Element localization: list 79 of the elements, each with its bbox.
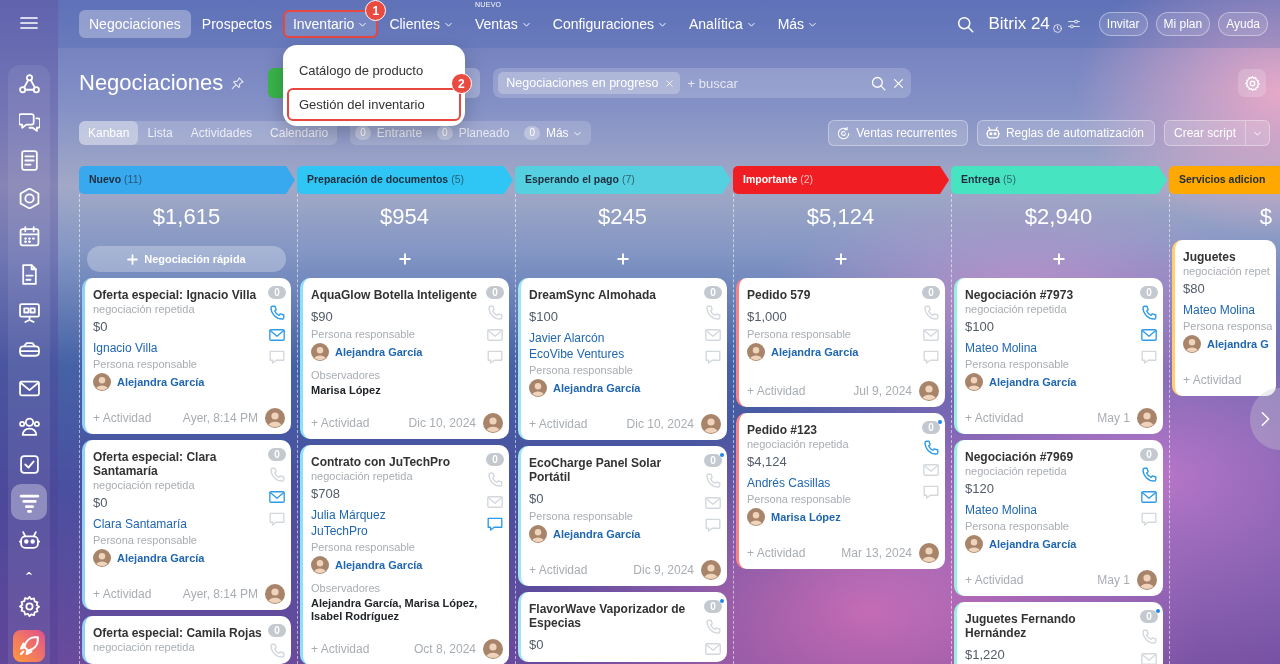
- column-title: Importante: [743, 172, 798, 188]
- column-title: Entrega: [961, 172, 1001, 188]
- deal-tag: negociación repetida: [93, 302, 266, 316]
- column-total: $2,940: [1023, 203, 1094, 231]
- deal-tag: negociación repetida: [965, 302, 1138, 316]
- deal-amount: $0: [529, 490, 545, 508]
- column-total: $954: [379, 203, 430, 231]
- comment-count: 0: [268, 448, 286, 461]
- comment-count: 0: [268, 624, 286, 637]
- field-label: Persona responsable: [747, 327, 852, 342]
- deal-date: May 1: [1097, 410, 1130, 427]
- comment-count: 0: [1140, 448, 1158, 461]
- column-count: (11): [124, 172, 142, 188]
- comment-count: 0: [486, 453, 504, 466]
- comment-count: 0: [486, 286, 504, 299]
- column-total: $5,124: [805, 203, 876, 231]
- deal-amount: $4,124: [747, 453, 788, 471]
- field-label: Persona responsable: [529, 363, 634, 378]
- field-label: Persona responsable: [311, 327, 416, 342]
- deal-date: Dic 10, 2024: [626, 416, 694, 433]
- column-title: Servicios adicion: [1179, 172, 1266, 188]
- field-label: Persona responsable: [93, 357, 198, 372]
- deal-amount: $1,000: [747, 308, 788, 326]
- column-total: $: [1258, 203, 1273, 231]
- comment-count: 0: [704, 286, 722, 299]
- field-label: Persona responsable: [93, 533, 198, 548]
- deal-tag: negociación repetida: [965, 464, 1138, 478]
- deal-amount: $120: [965, 480, 995, 498]
- deal-tag: negociación repetida: [311, 469, 484, 483]
- brand-name: Bitrix 24: [988, 13, 1050, 36]
- field-label: Persona responsable: [747, 492, 852, 507]
- column-total: $245: [597, 203, 648, 231]
- field-label: Persona responsable: [965, 357, 1070, 372]
- deal-date: Mar 13, 2024: [841, 545, 912, 562]
- deal-date: May 1: [1097, 572, 1130, 589]
- field-label: Persona responsable: [965, 519, 1070, 534]
- deal-amount: $0: [93, 318, 109, 336]
- deal-amount: $100: [529, 308, 559, 326]
- column-title: Esperando el pago: [525, 172, 619, 188]
- column-title: Preparación de documentos: [307, 172, 449, 188]
- activity-count: 0: [524, 126, 540, 140]
- step-marker: 2: [450, 73, 472, 94]
- column-count: (7): [621, 172, 635, 188]
- comment-count: 0: [704, 600, 722, 613]
- field-label: Observadores: [311, 581, 382, 596]
- deal-date: Jul 9, 2024: [853, 383, 912, 400]
- comment-count: 0: [268, 286, 286, 299]
- field-label: Observadores: [311, 368, 382, 383]
- deal-date: Oct 8, 2024: [413, 641, 476, 658]
- deal-date: Dic 9, 2024: [633, 562, 694, 579]
- deal-amount: $80: [1183, 280, 1206, 298]
- deal-amount: $90: [311, 308, 334, 326]
- page-title: Negociaciones: [79, 69, 224, 97]
- comment-count: 0: [1140, 286, 1158, 299]
- deal-amount: $0: [93, 494, 109, 512]
- column-count: (5): [1003, 172, 1016, 188]
- field-label: Persona responsable: [311, 540, 416, 555]
- deal-tag: negociación repetida: [93, 640, 266, 654]
- deal-date: Dic 10, 2024: [408, 415, 476, 432]
- deal-tag: negociación repetida: [93, 478, 266, 492]
- column-title: Nuevo: [89, 172, 122, 188]
- deal-tag: negociación repetida: [747, 437, 920, 451]
- deal-date: Ayer, 8:14 PM: [182, 586, 258, 603]
- comment-count: 0: [704, 454, 722, 467]
- field-label: Persona responsable: [529, 509, 634, 524]
- comment-count: 0: [922, 421, 940, 434]
- comment-count: 0: [1140, 610, 1158, 623]
- deal-amount: $0: [529, 636, 545, 654]
- deal-amount: $708: [311, 485, 341, 503]
- deal-date: Ayer, 8:14 PM: [182, 410, 258, 427]
- column-count: (2): [800, 172, 814, 188]
- field-label: Persona responsa: [1183, 319, 1273, 334]
- step-marker: 1: [365, 0, 387, 21]
- deal-amount: $1,220: [965, 646, 1006, 664]
- deal-tag: negociación repet: [1183, 264, 1273, 278]
- deal-amount: $100: [965, 318, 995, 336]
- comment-count: 0: [922, 286, 940, 299]
- column-count: (5): [451, 172, 465, 188]
- column-total: $1,615: [151, 203, 222, 231]
